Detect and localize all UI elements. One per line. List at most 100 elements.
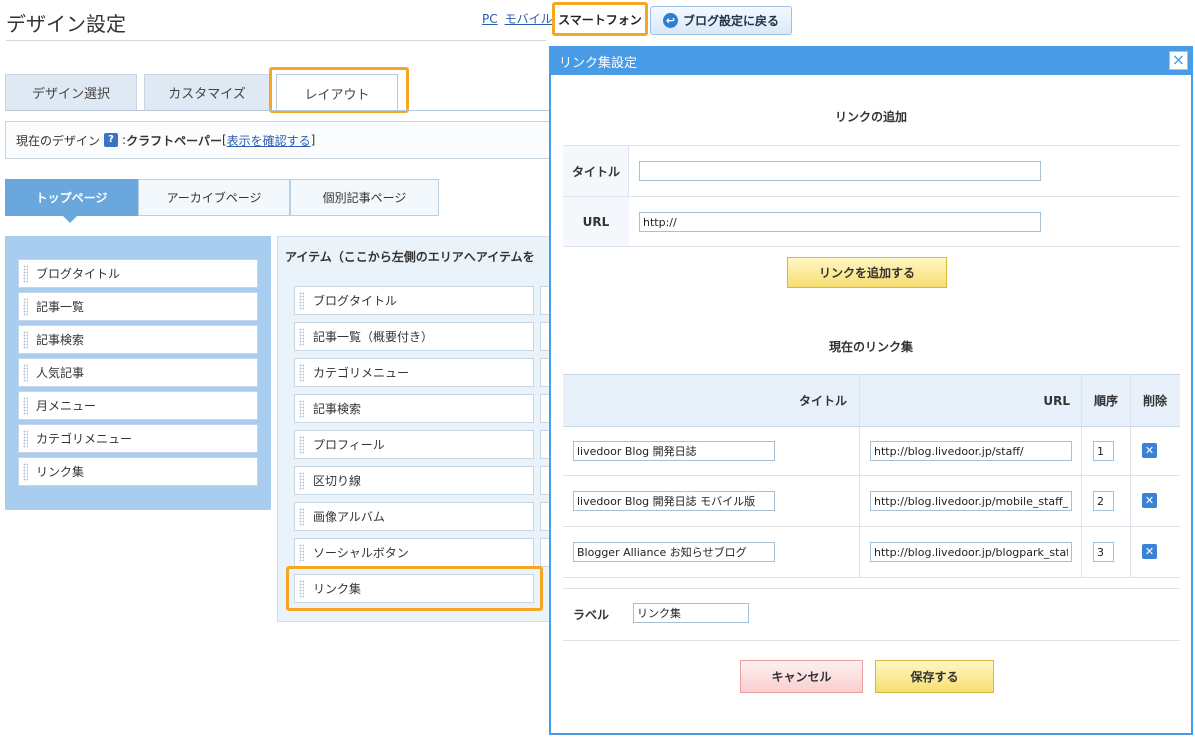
layout-tab-highlight — [269, 67, 409, 113]
drag-grip-icon[interactable] — [23, 397, 28, 415]
left-item-label: 人気記事 — [36, 366, 85, 380]
palette-item[interactable]: プロフィール — [294, 430, 534, 459]
dialog-title: リンク集設定 — [551, 48, 1191, 75]
label-input[interactable] — [633, 603, 749, 623]
label-row-bottom — [563, 640, 1180, 641]
palette-item[interactable]: 画像アルバム — [294, 502, 534, 531]
drag-grip-icon[interactable] — [23, 463, 28, 481]
drag-grip-icon[interactable] — [23, 331, 28, 349]
cancel-button[interactable]: キャンセル — [740, 660, 863, 693]
drag-grip-icon[interactable] — [23, 430, 28, 448]
left-item[interactable]: リンク集 — [18, 457, 258, 486]
palette-item[interactable]: ブログタイトル — [294, 286, 534, 315]
layout-drop-area: ブログタイトル 記事一覧 記事検索 人気記事 月メニュー カテゴリメニュー リン… — [5, 236, 271, 510]
row-divider — [563, 475, 1180, 476]
link-title-input[interactable] — [639, 161, 1041, 181]
drag-grip-icon[interactable] — [299, 400, 304, 418]
title-label: タイトル — [563, 146, 629, 196]
mobile-link[interactable]: モバイル — [505, 10, 553, 27]
left-item-label: リンク集 — [36, 465, 85, 479]
palette-item-label: ブログタイトル — [313, 294, 398, 308]
link-url-input[interactable] — [639, 212, 1041, 232]
smartphone-link[interactable]: スマートフォン — [552, 2, 648, 36]
pc-link[interactable]: PC — [482, 12, 498, 26]
row-order-input[interactable] — [1093, 542, 1114, 562]
delete-icon[interactable]: ✕ — [1142, 493, 1157, 508]
save-button[interactable]: 保存する — [875, 660, 994, 693]
current-links-section-title: 現在のリンク集 — [828, 340, 913, 354]
palette-item-label: 画像アルバム — [313, 510, 385, 524]
row-divider — [563, 526, 1180, 527]
row-url-input[interactable] — [870, 441, 1072, 461]
row-url-input[interactable] — [870, 491, 1072, 511]
left-item[interactable]: 記事検索 — [18, 325, 258, 354]
url-label: URL — [563, 197, 629, 246]
drag-grip-icon[interactable] — [23, 298, 28, 316]
close-icon[interactable]: × — [1169, 51, 1188, 70]
palette-item[interactable]: ソーシャルボタン — [294, 538, 534, 567]
palette-item-label: プロフィール — [313, 438, 385, 452]
palette-item[interactable]: 記事一覧（概要付き） — [294, 322, 534, 351]
palette-item[interactable]: 記事検索 — [294, 394, 534, 423]
header-url: URL — [1043, 393, 1070, 408]
current-design-name: クラフトペーパー — [126, 133, 222, 148]
row-order-input[interactable] — [1093, 491, 1114, 511]
add-link-section-title: リンクの追加 — [834, 110, 907, 124]
title-divider — [6, 40, 546, 41]
page-title: デザイン設定 — [6, 12, 126, 36]
tabs-divider — [5, 110, 550, 111]
left-item[interactable]: 人気記事 — [18, 358, 258, 387]
row-divider — [563, 577, 1180, 578]
confirm-display-link[interactable]: 表示を確認する — [227, 132, 311, 149]
header-order: 順序 — [1093, 394, 1118, 408]
left-item-label: ブログタイトル — [36, 267, 121, 281]
device-links: PC モバイル — [482, 10, 560, 27]
palette-item-label: 記事検索 — [313, 402, 362, 416]
help-icon[interactable]: ? — [104, 133, 119, 147]
palette-item[interactable]: カテゴリメニュー — [294, 358, 534, 387]
left-item-label: 記事一覧 — [36, 300, 85, 314]
palette-item-label: カテゴリメニュー — [313, 366, 410, 380]
label-label: ラベル — [572, 607, 609, 622]
left-item-label: カテゴリメニュー — [36, 432, 133, 446]
row-title-input[interactable] — [573, 542, 775, 562]
drag-grip-icon[interactable] — [299, 292, 304, 310]
subtab-top-page[interactable]: トップページ — [5, 179, 138, 216]
tab-design-select[interactable]: デザイン選択 — [5, 74, 137, 110]
delete-icon[interactable]: ✕ — [1142, 544, 1157, 559]
drag-grip-icon[interactable] — [299, 328, 304, 346]
drag-grip-icon[interactable] — [299, 364, 304, 382]
drag-grip-icon[interactable] — [299, 508, 304, 526]
drag-grip-icon[interactable] — [299, 436, 304, 454]
left-item[interactable]: 月メニュー — [18, 391, 258, 420]
form-bottom-rule — [563, 246, 1180, 247]
left-item[interactable]: 記事一覧 — [18, 292, 258, 321]
tab-customize[interactable]: カスタマイズ — [144, 74, 270, 110]
drag-grip-icon[interactable] — [23, 364, 28, 382]
back-arrow-icon: ↩ — [662, 13, 678, 28]
left-item[interactable]: カテゴリメニュー — [18, 424, 258, 453]
palette-item-label: ソーシャルボタン — [313, 546, 409, 560]
add-link-button[interactable]: リンクを追加する — [787, 257, 947, 288]
left-item-label: 月メニュー — [36, 399, 97, 413]
delete-icon[interactable]: ✕ — [1142, 443, 1157, 458]
left-item[interactable]: ブログタイトル — [18, 259, 258, 288]
links-item-highlight — [286, 566, 543, 611]
palette-item[interactable]: 区切り線 — [294, 466, 534, 495]
row-order-input[interactable] — [1093, 441, 1114, 461]
back-to-blog-settings-button[interactable]: ↩ ブログ設定に戻る — [650, 6, 792, 35]
active-subtab-arrow — [63, 216, 77, 223]
subtab-article-page[interactable]: 個別記事ページ — [290, 179, 439, 216]
palette-heading: アイテム（ここから左側のエリアへアイテムを — [285, 250, 535, 264]
drag-grip-icon[interactable] — [299, 544, 304, 562]
drag-grip-icon[interactable] — [299, 472, 304, 490]
subtab-archive-page[interactable]: アーカイブページ — [138, 179, 290, 216]
header-title: タイトル — [798, 394, 847, 408]
row-title-input[interactable] — [573, 441, 775, 461]
label-row-top — [563, 588, 1180, 589]
current-design-label: 現在のデザイン — [16, 133, 101, 148]
row-title-input[interactable] — [573, 491, 775, 511]
row-url-input[interactable] — [870, 542, 1072, 562]
drag-grip-icon[interactable] — [23, 265, 28, 283]
back-button-label: ブログ設定に戻る — [682, 14, 779, 28]
